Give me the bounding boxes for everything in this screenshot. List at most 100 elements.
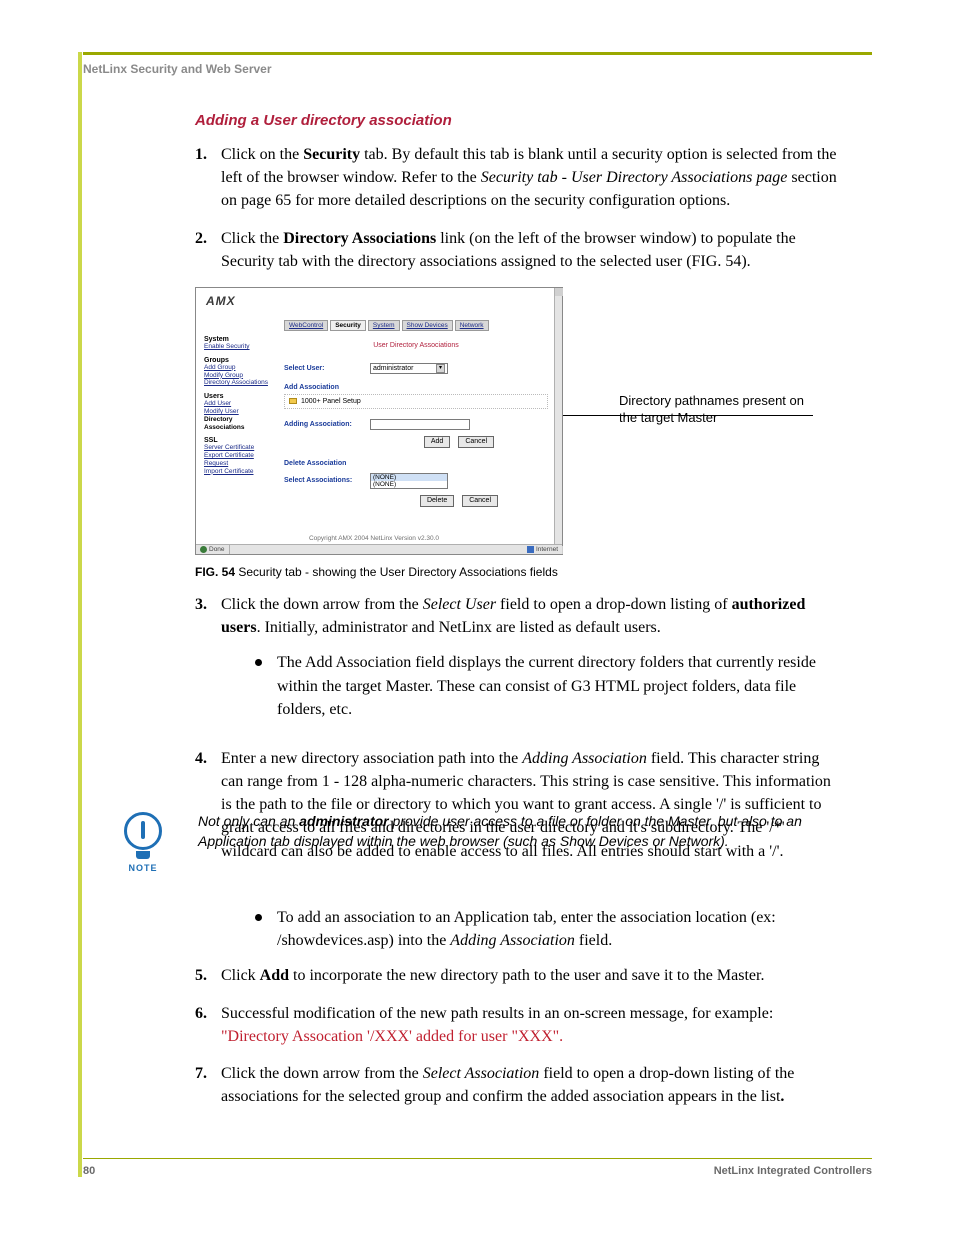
t: Add [260,967,289,984]
scrollbar-vertical[interactable] [554,288,562,554]
sidebar-heading-system: System [204,336,274,343]
step-number: 1. [195,143,221,213]
t: Successful modification of the new path … [221,1005,773,1022]
copyright-line: Copyright AMX 2004 NetLinx Version v2.30… [196,535,552,542]
sidebar-heading-users: Users [204,393,274,400]
top-rule [83,52,872,55]
panel-title: User Directory Associations [284,342,548,349]
t: Adding Association [522,750,647,767]
tab-row: WebControl Security System Show Devices … [284,320,489,331]
t: . [780,1088,784,1105]
figure-caption-bold: FIG. 54 [195,565,235,579]
adding-association-label: Adding Association: [284,421,370,428]
tab-network[interactable]: Network [455,320,489,331]
tab-security[interactable]: Security [330,320,366,331]
sidebar-heading-ssl: SSL [204,437,274,444]
sidebar: System Enable Security Groups Add Group … [204,336,274,482]
step-3-bullet: The Add Association field displays the c… [255,651,840,721]
screenshot-window: AMX WebControl Security System Show Devi… [195,287,563,555]
cancel-button[interactable]: Cancel [458,436,494,448]
select-user-value: administrator [373,365,413,372]
select-user-label: Select User: [284,365,370,372]
step-6-text: Successful modification of the new path … [221,1002,840,1048]
figure-caption: FIG. 54 Security tab - showing the User … [195,565,840,579]
step-number: 2. [195,227,221,273]
select-associations-label: Select Associations: [284,477,370,484]
t: Select User [423,596,496,613]
tab-system[interactable]: System [368,320,400,331]
amx-logo: AMX [206,294,236,308]
t: Click the [221,230,283,247]
figure-caption-rest: Security tab - showing the User Director… [235,565,558,579]
folder-list[interactable]: 1000+ Panel Setup [284,394,548,409]
status-bar: Done Internet [196,544,562,554]
step-number: 5. [195,964,221,987]
add-button[interactable]: Add [424,436,450,448]
chevron-down-icon: ▾ [436,364,445,373]
section-heading: Adding a User directory association [195,112,840,129]
step-number: 7. [195,1062,221,1108]
select-associations-list[interactable]: (NONE) (NONE) [370,473,448,489]
t: field. [575,932,612,949]
message-red: "Directory Assocation '/XXX' added for u… [221,1028,563,1045]
option-none-2[interactable]: (NONE) [371,481,447,488]
sidebar-heading-groups: Groups [204,357,274,364]
lightbulb-icon [124,812,162,850]
t: field to open a drop-down listing of [496,596,732,613]
step-2-text: Click the Directory Associations link (o… [221,227,840,273]
step-number: 6. [195,1002,221,1048]
t: Not only can an [198,813,299,829]
t: Select Association [423,1065,540,1082]
t: . Initially, administrator and NetLinx a… [257,619,661,636]
t: administrator [299,813,388,829]
folder-icon [289,398,297,404]
sidebar-link-modify-user[interactable]: Modify User [204,408,274,416]
delete-button[interactable]: Delete [420,495,454,507]
left-accent-bar [78,52,82,1177]
step-1-text: Click on the Security tab. By default th… [221,143,840,213]
sidebar-link-user-dir-assoc[interactable]: Directory Associations [204,416,274,432]
sidebar-link-import-cert[interactable]: Import Certificate [204,468,274,476]
t: to incorporate the new directory path to… [289,967,764,984]
option-none[interactable]: (NONE) [371,474,447,481]
sidebar-link-modify-group[interactable]: Modify Group [204,372,274,380]
sidebar-link-group-dir-assoc[interactable]: Directory Associations [204,379,274,387]
page-number: 80 [83,1165,95,1177]
tab-show-devices[interactable]: Show Devices [402,320,453,331]
sidebar-link-enable-security[interactable]: Enable Security [204,343,274,351]
note-icon-column: NOTE [104,812,182,873]
t: Security tab - User Directory Associatio… [481,169,788,186]
t: Enter a new directory association path i… [221,750,522,767]
t: Directory Associations [283,230,436,247]
step-7-text: Click the down arrow from the Select Ass… [221,1062,840,1108]
adding-association-input[interactable] [370,419,470,430]
lightbulb-base-icon [136,851,150,859]
t: Click [221,967,260,984]
t: Security [303,146,360,163]
sidebar-link-server-cert[interactable]: Server Certificate [204,444,274,452]
cancel-button-2[interactable]: Cancel [462,495,498,507]
note-text: Not only can an administrator provide us… [182,812,840,851]
step-5-pre-bullet: To add an association to an Application … [255,906,840,952]
sidebar-link-add-user[interactable]: Add User [204,400,274,408]
sidebar-link-add-group[interactable]: Add Group [204,364,274,372]
footer: 80 NetLinx Integrated Controllers [83,1158,872,1177]
running-header: NetLinx Security and Web Server [83,62,272,76]
delete-association-heading: Delete Association [284,460,548,467]
status-internet: Internet [536,546,558,553]
figure-callout: Directory pathnames present on the targe… [619,392,819,427]
footer-title: NetLinx Integrated Controllers [714,1165,872,1177]
add-association-heading: Add Association [284,384,548,391]
note-block: NOTE Not only can an administrator provi… [104,812,840,873]
done-icon [200,546,207,553]
select-user-dropdown[interactable]: administrator ▾ [370,363,448,374]
t: Click the down arrow from the [221,1065,423,1082]
step-5-text: Click Add to incorporate the new directo… [221,964,840,987]
figure-54: AMX WebControl Security System Show Devi… [195,287,840,579]
sidebar-link-export-cert[interactable]: Export Certificate Request [204,452,274,468]
internet-icon [527,546,534,553]
step-3-text: Click the down arrow from the Select Use… [221,593,840,733]
tab-webcontrol[interactable]: WebControl [284,320,328,331]
panel: User Directory Associations Select User:… [284,332,548,507]
t: Adding Association [450,932,575,949]
